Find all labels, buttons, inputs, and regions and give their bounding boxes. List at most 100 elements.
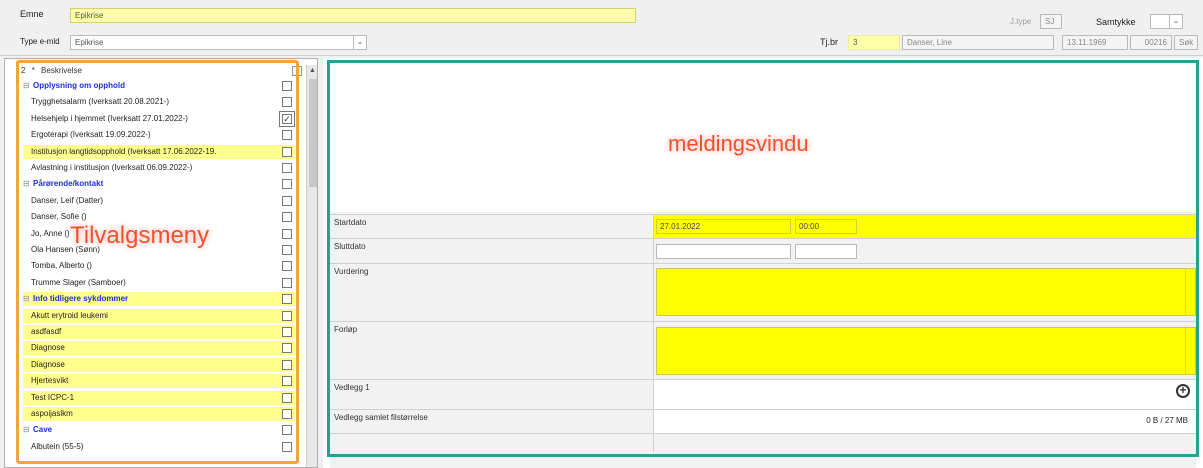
tree-item[interactable]: aspoijaslkm — [23, 407, 295, 421]
tree-item-label: Opplysning om opphold — [33, 81, 125, 90]
tree-item-label: Diagnose — [31, 359, 65, 369]
jtype-input[interactable]: SJ — [1040, 14, 1062, 29]
tree-item-checkbox[interactable] — [282, 163, 292, 173]
scroll-up-icon[interactable]: ▲ — [309, 67, 316, 74]
jtype-label: J.type — [1010, 17, 1032, 26]
tree-item[interactable]: Test ICPC-1 — [23, 390, 295, 405]
tree-item-checkbox[interactable]: ✓ — [279, 110, 295, 127]
slutttid-input[interactable] — [795, 244, 857, 259]
startdato-input[interactable]: 27.01.2022 — [656, 219, 791, 234]
tree-item-checkbox[interactable] — [282, 212, 292, 223]
tree-item[interactable]: Hjertesvikt — [23, 374, 295, 389]
empty-cell — [653, 434, 654, 453]
collapse-icon[interactable] — [292, 66, 302, 76]
type-value: Epikrise — [75, 38, 104, 47]
tree-item[interactable]: Trumme Slager (Samboer) — [23, 276, 295, 290]
emne-input[interactable]: Epikrise — [70, 8, 636, 23]
vurdering-scrollbar[interactable] — [1185, 269, 1195, 315]
starttid-input[interactable]: 00:00 — [795, 219, 857, 234]
patient-id-field: 00216 — [1130, 35, 1172, 50]
type-select[interactable]: Epikrise ⌄ — [70, 35, 367, 50]
forlop-textarea[interactable] — [656, 327, 1196, 375]
tree-item[interactable]: Diagnose — [23, 357, 295, 372]
samtykke-label: Samtykke — [1096, 17, 1136, 27]
tree-item-checkbox[interactable] — [282, 228, 292, 239]
tjbr-label: Tj.br — [820, 37, 838, 47]
tree-item[interactable]: Ergoterapi (Iverksatt 19.09.2022-) — [23, 128, 295, 142]
selection-tree-panel: 2 * Beskrivelse ⊟ Opplysning om opphold Tr… — [4, 58, 318, 468]
samtykke-select[interactable]: ⌄ — [1150, 14, 1183, 29]
tree-item[interactable]: Diagnose — [23, 341, 295, 356]
options-menu-overlay-label: Tilvalgsmeny — [70, 222, 210, 249]
tree-item-checkbox[interactable] — [282, 425, 292, 436]
vurdering-row: Vurdering — [330, 263, 1196, 321]
tree-item-label: Test ICPC-1 — [31, 392, 75, 402]
tree-item-checkbox[interactable] — [282, 130, 292, 141]
tree-header-num: 2 — [21, 66, 26, 75]
chevron-down-icon[interactable]: ⌄ — [353, 36, 366, 49]
tree-group-header[interactable]: ⊟ Cave — [23, 423, 295, 437]
collapse-group-icon[interactable]: ⊟ — [23, 292, 31, 306]
tree-item-checkbox[interactable] — [282, 179, 292, 190]
sluttdato-label: Sluttdato — [334, 242, 366, 251]
tree-item-checkbox[interactable] — [282, 97, 292, 108]
vurdering-cell — [653, 264, 654, 321]
tree-item-checkbox[interactable] — [282, 195, 292, 206]
tree-item-label: Info tidligere sykdommer — [33, 294, 129, 304]
tree-item-checkbox[interactable] — [282, 310, 292, 321]
tree-item-label: Albutein (55-5) — [31, 441, 84, 451]
tree-item-checkbox[interactable] — [282, 81, 292, 91]
search-button[interactable]: Søk — [1174, 35, 1198, 50]
tree-item[interactable]: Akutt erytroid leukemi — [23, 308, 295, 323]
collapse-group-icon[interactable]: ⊟ — [23, 423, 31, 437]
tree-group-header[interactable]: ⊟ Pårørende/kontakt — [23, 177, 295, 191]
type-label: Type e-mld — [20, 37, 60, 46]
tree-item-checkbox[interactable] — [282, 343, 292, 354]
add-attachment-icon[interactable]: + — [1176, 384, 1190, 398]
tree-item-checkbox[interactable] — [282, 245, 292, 255]
tree-item-checkbox[interactable] — [282, 294, 292, 305]
tree-item-label: Danser, Leif (Datter) — [31, 195, 104, 205]
tree-item[interactable]: Trygghetsalarm (Iverksatt 20.08.2021-) — [23, 95, 295, 109]
birth-date-field: 13.11.1969 — [1062, 35, 1128, 50]
tree-item[interactable]: Helsehjelp i hjemmet (Iverksatt 27.01.20… — [23, 112, 295, 126]
tree-item[interactable]: Albutein (55-5) — [23, 440, 295, 454]
tree-item-label: Tomba, Alberto () — [31, 261, 92, 271]
tree-item-checkbox[interactable] — [282, 409, 292, 419]
sluttdato-input[interactable] — [656, 244, 791, 259]
forlop-label: Forløp — [334, 325, 358, 334]
tree-item-checkbox[interactable] — [282, 327, 292, 337]
tree-item-checkbox[interactable] — [282, 359, 292, 370]
tree-item-checkbox[interactable] — [282, 277, 292, 288]
sluttdato-row: Sluttdato — [330, 238, 1196, 263]
patient-name-field: Danser, Line — [902, 35, 1054, 50]
tree-item[interactable]: Tomba, Alberto () — [23, 259, 295, 273]
scrollbar-thumb[interactable] — [309, 79, 317, 187]
chevron-down-icon[interactable]: ⌄ — [1169, 15, 1182, 28]
tree-item[interactable]: asdfasdf — [23, 325, 295, 339]
tree-item-checkbox[interactable] — [282, 392, 292, 403]
tree-item-checkbox[interactable] — [282, 441, 292, 452]
tree-item[interactable]: Avlastning i institusjon (Iverksatt 06.0… — [23, 161, 295, 175]
vurdering-textarea[interactable] — [656, 268, 1196, 316]
tree-item-label: Danser, Sofie () — [31, 212, 87, 222]
tree-item-checkbox[interactable] — [282, 376, 292, 387]
sluttdato-cell — [653, 239, 654, 263]
tjbr-input[interactable]: 3 — [848, 35, 900, 50]
tree-group-header[interactable]: ⊟ Info tidligere sykdommer — [23, 292, 295, 307]
tree-item-label: asdfasdf — [31, 327, 62, 336]
tree-scrollbar[interactable]: ▲ — [306, 65, 317, 467]
forlop-scrollbar[interactable] — [1185, 328, 1195, 374]
collapse-group-icon[interactable]: ⊟ — [23, 79, 31, 93]
tree-header-star: * — [31, 66, 35, 75]
tree-item-checkbox[interactable] — [282, 146, 292, 157]
tree-item-label: Institusjon langtidsopphold (Iverksatt 1… — [31, 146, 217, 156]
vedlegg-size-cell: 0 B / 27 MB — [653, 410, 1196, 433]
collapse-group-icon[interactable]: ⊟ — [23, 177, 31, 191]
tree-item-label: Trygghetsalarm (Iverksatt 20.08.2021-) — [31, 97, 169, 107]
tree-group-header[interactable]: ⊟ Opplysning om opphold — [23, 79, 295, 93]
tree-item[interactable]: Danser, Leif (Datter) — [23, 194, 295, 208]
vurdering-label: Vurdering — [334, 267, 369, 276]
tree-item-checkbox[interactable] — [282, 261, 292, 272]
tree-item[interactable]: Institusjon langtidsopphold (Iverksatt 1… — [23, 144, 295, 159]
